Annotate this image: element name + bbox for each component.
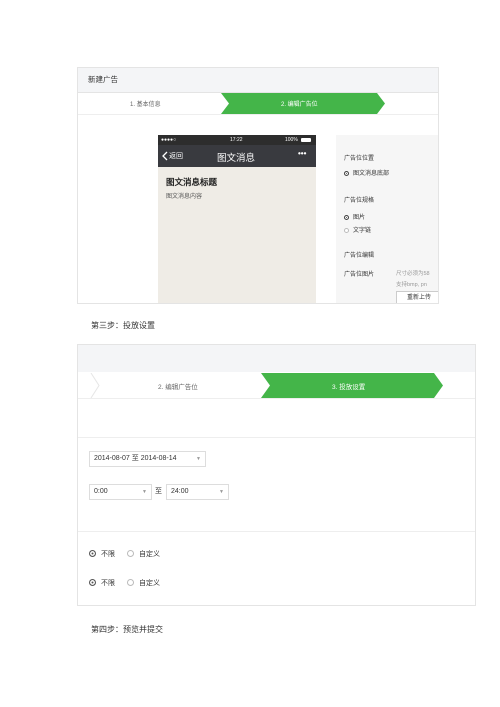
spec-option-image[interactable]: 图片 bbox=[344, 212, 365, 221]
step-chevrons bbox=[90, 373, 443, 398]
radio-custom-2[interactable]: 自定义 bbox=[127, 578, 160, 588]
screenshot-delivery-settings: 2. 编辑广告位 3. 投放设置 2014-08-07 至 2014-08-14… bbox=[77, 344, 476, 606]
divider bbox=[78, 437, 475, 438]
image-format-hint: 支持bmp, pn bbox=[396, 282, 427, 288]
back-label[interactable]: 返回 bbox=[169, 151, 183, 161]
radio-unlimited-1[interactable]: 不限 bbox=[89, 549, 115, 559]
chevron-down-icon: ▼ bbox=[196, 456, 201, 462]
time-end-value: 24:00 bbox=[171, 488, 189, 495]
more-icon[interactable]: ••• bbox=[298, 149, 306, 158]
caption-step4: 第四步：预览并提交 bbox=[91, 625, 163, 634]
position-label: 广告位位置 bbox=[344, 156, 375, 162]
article-title: 图文消息标题 bbox=[166, 177, 218, 187]
image-label: 广告位图片 bbox=[344, 272, 375, 278]
position-option-label: 图文消息底部 bbox=[353, 171, 390, 177]
position-option[interactable]: 图文消息底部 bbox=[344, 168, 389, 177]
time-end-select[interactable]: 24:00 ▼ bbox=[166, 484, 229, 500]
step-edit-slot[interactable]: 2. 编辑广告位 bbox=[158, 381, 198, 391]
step-bar: 2. 编辑广告位 3. 投放设置 bbox=[78, 373, 475, 399]
radio-label: 自定义 bbox=[139, 551, 160, 558]
radio-label: 不限 bbox=[101, 551, 115, 558]
date-range-select[interactable]: 2014-08-07 至 2014-08-14 ▼ bbox=[89, 451, 206, 467]
reupload-button[interactable]: 重新上传 bbox=[396, 291, 438, 303]
page-title: 新建广告 bbox=[88, 75, 118, 84]
radio-icon[interactable] bbox=[344, 214, 349, 220]
spec-option-label: 图片 bbox=[353, 215, 366, 221]
radio-label: 自定义 bbox=[139, 580, 160, 587]
phone-preview: ●●●●○ 17:22 100% 返回 图文消息 ••• 图文消息标题 图文消息… bbox=[158, 135, 316, 303]
time-to-label: 至 bbox=[155, 488, 162, 495]
phone-status-bar: ●●●●○ 17:22 100% bbox=[158, 135, 316, 145]
radio-icon[interactable] bbox=[344, 170, 349, 176]
time-start-value: 0:00 bbox=[94, 488, 108, 495]
radio-unlimited-2[interactable]: 不限 bbox=[89, 578, 115, 588]
radio-label: 不限 bbox=[101, 580, 115, 587]
radio-icon[interactable] bbox=[89, 579, 96, 586]
edit-label: 广告位编辑 bbox=[344, 253, 375, 259]
spec-option-label: 文字链 bbox=[353, 228, 372, 234]
chevron-down-icon: ▼ bbox=[142, 489, 147, 495]
image-size-hint: 尺寸必须为58 bbox=[396, 271, 430, 277]
battery-text: 100% bbox=[285, 137, 298, 143]
article-body: 图文消息内容 bbox=[166, 194, 203, 200]
signal-icon: ●●●●○ bbox=[161, 137, 177, 143]
ad-slot-config-panel: 广告位位置 图文消息底部 广告位规格 图片 文字链 广告位编辑 广告位图片 尺寸… bbox=[336, 135, 438, 303]
page-header: 新建广告 bbox=[78, 68, 438, 93]
page-header bbox=[78, 345, 475, 372]
nav-title: 图文消息 bbox=[217, 153, 256, 164]
step-edit-slot[interactable]: 2. 编辑广告位 bbox=[281, 99, 318, 108]
step-bar: 1. 基本信息 2. 编辑广告位 bbox=[78, 93, 438, 115]
phone-nav-bar: 返回 图文消息 ••• bbox=[158, 145, 316, 167]
step-chevron bbox=[221, 93, 385, 114]
battery-icon bbox=[301, 138, 311, 142]
radio-icon[interactable] bbox=[127, 579, 134, 586]
radio-icon[interactable] bbox=[344, 227, 349, 233]
time-start-select[interactable]: 0:00 ▼ bbox=[89, 484, 152, 500]
status-time: 17:22 bbox=[230, 137, 243, 143]
screenshot-edit-ad-slot: 新建广告 1. 基本信息 2. 编辑广告位 ●●●●○ 17:22 100% 返… bbox=[77, 67, 439, 304]
spec-label: 广告位规格 bbox=[344, 198, 375, 204]
chevron-down-icon: ▼ bbox=[219, 489, 224, 495]
caption-step3: 第三步：投放设置 bbox=[91, 321, 155, 330]
step-delivery-settings[interactable]: 3. 投放设置 bbox=[332, 381, 365, 391]
date-range-value: 2014-08-07 至 2014-08-14 bbox=[94, 455, 177, 462]
radio-icon[interactable] bbox=[89, 550, 96, 557]
radio-icon[interactable] bbox=[127, 550, 134, 557]
back-chevron-icon[interactable] bbox=[162, 151, 168, 161]
radio-custom-1[interactable]: 自定义 bbox=[127, 549, 160, 559]
divider bbox=[78, 531, 475, 532]
spec-option-text-link[interactable]: 文字链 bbox=[344, 225, 371, 234]
